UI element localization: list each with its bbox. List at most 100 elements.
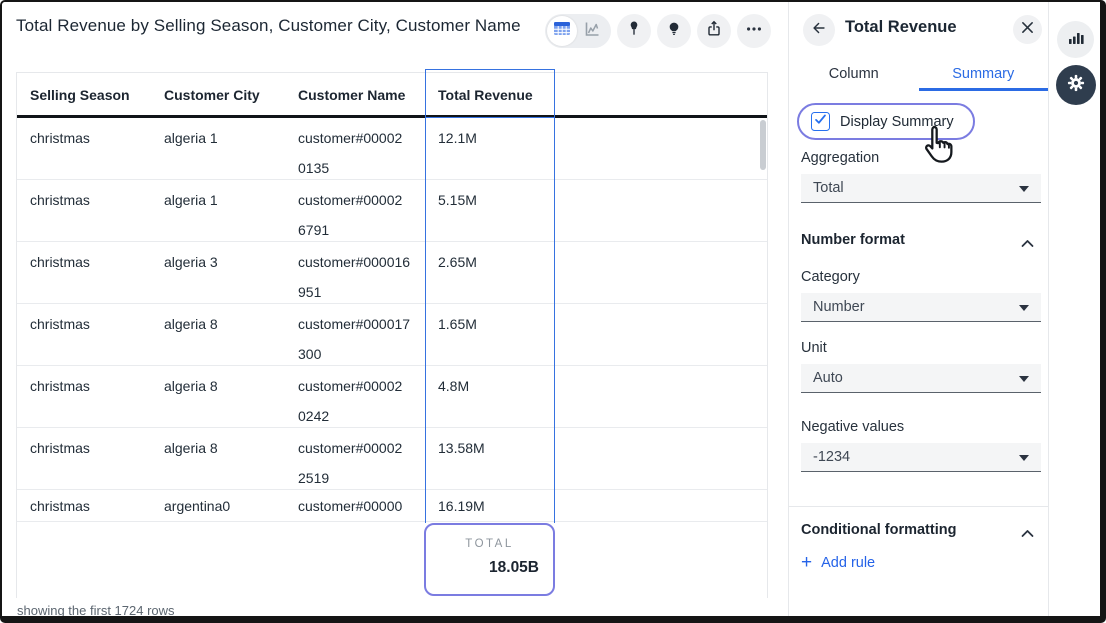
cell-name-line1: customer#00002 <box>298 376 420 396</box>
cell-name-line2: 0135 <box>298 158 420 178</box>
lightbulb-button[interactable] <box>657 14 691 48</box>
cell-season: christmas <box>30 128 90 148</box>
checkmark-icon <box>814 113 827 131</box>
column-settings-panel: Total Revenue Column Summary Display Sum… <box>788 2 1048 616</box>
lightbulb-icon <box>664 19 684 44</box>
table-scrollbar[interactable] <box>760 120 766 170</box>
cell-name-line2: 2519 <box>298 468 420 488</box>
pin-button[interactable] <box>617 14 651 48</box>
cell-customer-name: customer#00000 <box>298 496 420 516</box>
panel-tabs: Column Summary <box>789 56 1048 91</box>
selected-column-header-outline <box>425 69 555 118</box>
data-table: Selling Season Customer City Customer Na… <box>16 72 768 598</box>
collapse-conditional-formatting-icon[interactable] <box>1021 525 1034 534</box>
chart-view-button[interactable] <box>577 16 607 46</box>
table-row[interactable]: christmas argentina0 customer#00000 16.1… <box>17 490 767 522</box>
pin-icon <box>624 19 644 44</box>
bar-chart-icon <box>1067 28 1085 51</box>
aggregation-label: Aggregation <box>801 150 879 166</box>
cell-customer-name: customer#00002 0135 <box>298 128 420 178</box>
view-toolbar <box>545 14 771 48</box>
display-summary-checkbox[interactable] <box>811 112 830 131</box>
table-row[interactable]: christmas algeria 8 customer#000017300 1… <box>17 304 767 366</box>
cell-customer-name: customer#000026791 <box>298 190 420 240</box>
cell-customer-name: customer#000016 951 <box>298 252 420 302</box>
number-format-section[interactable]: Number format <box>801 232 905 248</box>
cell-name-line1: customer#000016 <box>298 252 420 272</box>
negative-values-value: -1234 <box>813 449 850 465</box>
total-value: 18.05B <box>426 559 553 577</box>
cell-name-line2: 951 <box>298 282 420 302</box>
table-row[interactable]: christmas algeria 1 customer#00002 0135 1… <box>17 118 767 180</box>
tab-column[interactable]: Column <box>789 56 919 91</box>
tab-summary[interactable]: Summary <box>919 56 1049 91</box>
collapse-number-format-icon[interactable] <box>1021 235 1034 244</box>
category-value: Number <box>813 299 865 315</box>
cell-name-line1: customer#000017 <box>298 314 420 334</box>
visualizations-button[interactable] <box>1057 21 1094 58</box>
back-arrow-icon <box>810 19 828 42</box>
gear-icon <box>1065 72 1087 99</box>
settings-button[interactable] <box>1056 65 1096 105</box>
cell-customer-name: customer#000017300 <box>298 314 420 364</box>
conditional-formatting-section[interactable]: Conditional formatting <box>801 522 956 538</box>
chart-view-icon <box>583 20 601 43</box>
cell-name-line1: customer#00002 <box>298 190 420 210</box>
category-dropdown[interactable]: Number <box>801 293 1041 322</box>
column-header-customer-name[interactable]: Customer Name <box>298 87 405 103</box>
column-header-customer-city[interactable]: Customer City <box>164 87 260 103</box>
summary-row <box>17 522 767 598</box>
row-count-note: showing the first 1724 rows <box>17 603 175 618</box>
cell-season: christmas <box>30 376 90 396</box>
cell-city: algeria 1 <box>164 190 218 210</box>
negative-values-dropdown[interactable]: -1234 <box>801 443 1041 472</box>
cell-revenue: 1.65M <box>438 314 477 334</box>
app-window: Total Revenue by Selling Season, Custome… <box>0 0 1106 623</box>
table-header-row: Selling Season Customer City Customer Na… <box>17 73 767 118</box>
table-row[interactable]: christmas algeria 3 customer#000016 951 2… <box>17 242 767 304</box>
close-icon <box>1021 21 1034 39</box>
page-title: Total Revenue by Selling Season, Custome… <box>16 16 521 36</box>
cell-city: algeria 8 <box>164 376 218 396</box>
table-row[interactable]: christmas algeria 1 customer#000026791 5… <box>17 180 767 242</box>
cell-season: christmas <box>30 190 90 210</box>
add-rule-label: Add rule <box>821 555 875 571</box>
total-summary-box[interactable]: TOTAL 18.05B <box>424 523 555 596</box>
table-view-button[interactable] <box>547 16 577 46</box>
view-toggle <box>545 14 611 48</box>
table-row[interactable]: christmas algeria 8 customer#000022519 1… <box>17 428 767 490</box>
cell-city: algeria 8 <box>164 438 218 458</box>
aggregation-value: Total <box>813 180 844 196</box>
table-view-icon <box>553 21 571 41</box>
share-button[interactable] <box>697 14 731 48</box>
cell-city: algeria 3 <box>164 252 218 272</box>
cell-city: algeria 1 <box>164 128 218 148</box>
unit-value: Auto <box>813 370 843 386</box>
cell-revenue: 12.1M <box>438 128 477 148</box>
negative-values-label: Negative values <box>801 419 904 435</box>
share-icon <box>704 19 724 44</box>
cell-customer-name: customer#000020242 <box>298 376 420 426</box>
cell-name-line1: customer#00002 <box>298 128 420 148</box>
cell-revenue: 16.19M <box>438 496 485 516</box>
table-row[interactable]: christmas algeria 8 customer#000020242 4… <box>17 366 767 428</box>
selected-column-border <box>554 118 556 523</box>
back-button[interactable] <box>803 14 835 46</box>
cell-name-line1: customer#00000 <box>298 496 420 516</box>
aggregation-dropdown[interactable]: Total <box>801 174 1041 203</box>
cell-season: christmas <box>30 252 90 272</box>
more-options-button[interactable] <box>737 14 771 48</box>
column-header-selling-season[interactable]: Selling Season <box>30 87 130 103</box>
add-rule-button[interactable]: + Add rule <box>801 555 875 571</box>
unit-dropdown[interactable]: Auto <box>801 364 1041 393</box>
more-options-icon <box>744 19 764 44</box>
cell-name-line1: customer#00002 <box>298 438 420 458</box>
category-label: Category <box>801 269 860 285</box>
panel-title: Total Revenue <box>845 18 957 37</box>
cell-revenue: 5.15M <box>438 190 477 210</box>
close-button[interactable] <box>1013 15 1042 44</box>
cell-revenue: 2.65M <box>438 252 477 272</box>
cell-season: christmas <box>30 496 90 516</box>
answer-area: Total Revenue by Selling Season, Custome… <box>2 2 788 616</box>
display-summary-label: Display Summary <box>840 114 954 130</box>
